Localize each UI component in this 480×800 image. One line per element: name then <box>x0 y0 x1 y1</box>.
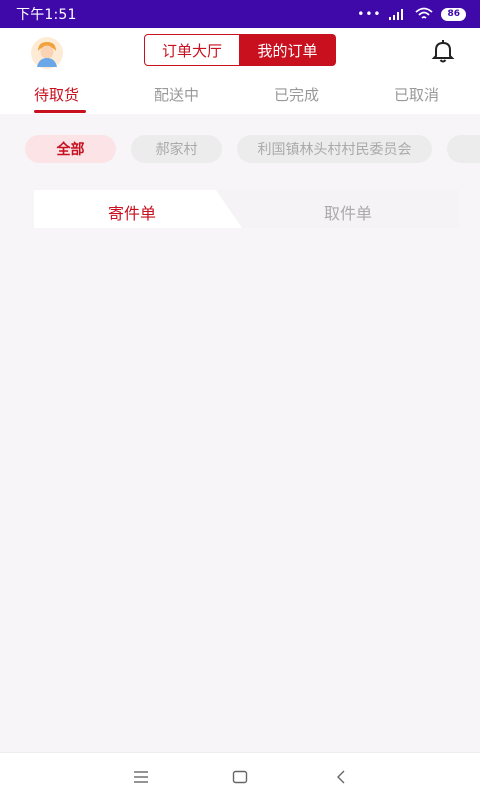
avatar-icon[interactable] <box>30 37 64 69</box>
filter-chip-more[interactable] <box>447 135 480 163</box>
bell-icon[interactable] <box>430 38 456 64</box>
battery-indicator: 86 <box>441 7 466 21</box>
filter-chip-all[interactable]: 全部 <box>25 135 116 163</box>
menu-icon[interactable] <box>133 767 149 787</box>
my-orders-button[interactable]: 我的订单 <box>240 34 336 66</box>
status-time: 下午1:51 <box>16 7 77 23</box>
subtab-send-orders[interactable]: 寄件单 <box>108 200 156 224</box>
status-bar: 下午1:51 ••• 86 <box>0 0 480 28</box>
home-icon[interactable] <box>232 767 248 787</box>
status-icons: ••• 86 <box>357 7 466 21</box>
wifi-icon <box>415 7 434 19</box>
order-segment-control: 订单大厅 我的订单 <box>144 34 336 66</box>
order-status-tabs: 待取货 配送中 已完成 已取消 <box>0 74 480 114</box>
more-dots-icon: ••• <box>357 7 382 21</box>
tab-delivering[interactable]: 配送中 <box>154 84 199 105</box>
active-tab-indicator <box>34 110 86 113</box>
tab-pending-pickup[interactable]: 待取货 <box>34 84 79 105</box>
filter-chip-village[interactable]: 郝家村 <box>131 135 222 163</box>
subtab-pickup-orders[interactable]: 取件单 <box>324 200 372 224</box>
filter-chip-committee[interactable]: 利国镇林头村村民委员会 <box>237 135 432 163</box>
tab-completed[interactable]: 已完成 <box>274 84 319 105</box>
system-nav-bar <box>0 752 480 800</box>
signal-icon <box>389 9 404 20</box>
back-icon[interactable] <box>334 767 348 787</box>
tab-cancelled[interactable]: 已取消 <box>394 84 439 105</box>
order-hall-button[interactable]: 订单大厅 <box>144 34 240 66</box>
app-header: 订单大厅 我的订单 <box>0 28 480 74</box>
